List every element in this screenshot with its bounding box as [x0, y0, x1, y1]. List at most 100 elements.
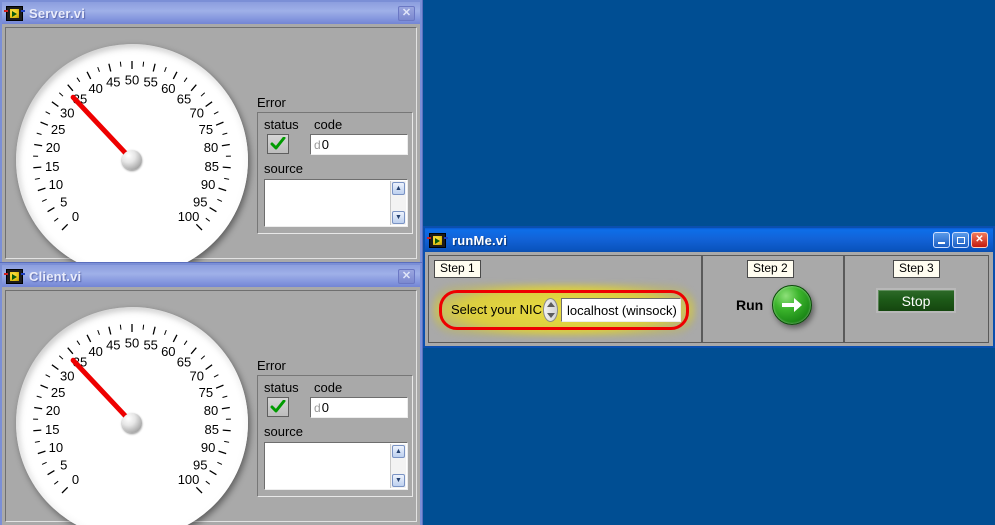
svg-text:5: 5 [60, 457, 67, 472]
step1-cell: Select your NIC localhost (winsock) Step… [428, 255, 702, 343]
source-field-server[interactable]: ▲ ▼ [264, 179, 408, 227]
scroll-down-glyph: ▼ [395, 214, 402, 221]
spinner-down-icon[interactable] [546, 313, 555, 318]
titlebar-client-vi[interactable]: Client.vi ✕ [2, 265, 420, 287]
spinner-up-icon[interactable] [546, 302, 555, 307]
nic-label: Select your NIC [451, 302, 543, 317]
svg-text:30: 30 [60, 105, 74, 120]
scroll-up-icon[interactable]: ▲ [392, 445, 405, 458]
minimize-icon[interactable] [933, 232, 950, 248]
arrow-right-icon [782, 298, 802, 312]
svg-text:25: 25 [51, 385, 65, 400]
scroll-down-icon[interactable]: ▼ [392, 474, 405, 487]
labview-vi-icon [427, 232, 448, 248]
code-value: 0 [321, 400, 329, 415]
step2-tag: Step 2 [747, 260, 794, 278]
svg-text:65: 65 [177, 92, 191, 107]
svg-text:80: 80 [204, 140, 218, 155]
titlebar-server-vi[interactable]: Server.vi ✕ [2, 2, 420, 24]
svg-text:50: 50 [125, 73, 139, 88]
code-radix-indicator: d [314, 400, 321, 415]
svg-text:95: 95 [193, 457, 207, 472]
svg-text:45: 45 [106, 338, 120, 353]
svg-text:40: 40 [88, 344, 102, 359]
maximize-icon[interactable] [952, 232, 969, 248]
status-led-server[interactable] [267, 134, 289, 154]
svg-text:15: 15 [45, 159, 59, 174]
gauge-server: 0 5 10 15 20 25 30 35 40 45 50 55 60 65 70 75 80 85 90 95 10… [16, 44, 248, 262]
window-title-server: Server.vi [29, 5, 86, 21]
code-label: code [314, 117, 343, 132]
svg-text:10: 10 [49, 440, 63, 455]
step3-cell: Step 3 Stop [844, 255, 989, 343]
svg-text:40: 40 [88, 81, 102, 96]
panel-server-vi: 0 5 10 15 20 25 30 35 40 45 50 55 60 65 70 75 80 85 90 95 10… [2, 24, 420, 262]
svg-text:90: 90 [201, 440, 215, 455]
svg-text:70: 70 [189, 368, 203, 383]
close-icon[interactable]: ✕ [398, 268, 415, 284]
step2-cell: Step 2 Run [702, 255, 844, 343]
gauge-needle-hub [122, 150, 142, 170]
source-scrollbar-server[interactable]: ▲ ▼ [390, 181, 406, 225]
labview-vi-icon [4, 5, 25, 21]
svg-text:55: 55 [143, 338, 157, 353]
code-value: 0 [321, 137, 329, 152]
svg-text:85: 85 [205, 159, 219, 174]
svg-text:70: 70 [189, 105, 203, 120]
code-field-server[interactable]: d 0 [310, 134, 408, 155]
error-cluster-box-client: status code d 0 source ▲ ▼ [257, 375, 413, 497]
svg-text:0: 0 [72, 472, 79, 487]
error-cluster-title-client: Error [257, 358, 286, 373]
scroll-down-icon[interactable]: ▼ [392, 211, 405, 224]
nic-highlight: Select your NIC localhost (winsock) [433, 284, 695, 336]
scroll-up-icon[interactable]: ▲ [392, 182, 405, 195]
step3-tag: Step 3 [893, 260, 940, 278]
svg-text:20: 20 [46, 140, 60, 155]
scroll-up-glyph: ▲ [395, 448, 402, 455]
nic-value-field[interactable]: localhost (winsock) [561, 298, 681, 322]
svg-text:25: 25 [51, 122, 65, 137]
svg-text:30: 30 [60, 368, 74, 383]
source-label: source [264, 424, 304, 439]
code-radix-indicator: d [314, 137, 321, 152]
svg-text:10: 10 [49, 177, 63, 192]
source-label: source [264, 161, 304, 176]
status-led-client[interactable] [267, 397, 289, 417]
panel-runme-vi: Select your NIC localhost (winsock) Step… [425, 252, 993, 346]
panel-client-vi: 0 5 10 15 20 25 30 35 40 45 50 55 60 65 70 75 80 85 90 95 10… [2, 287, 420, 525]
svg-text:55: 55 [143, 75, 157, 90]
source-scrollbar-client[interactable]: ▲ ▼ [390, 444, 406, 488]
svg-text:5: 5 [60, 194, 67, 209]
titlebar-runme-vi[interactable]: runMe.vi ✕ [425, 228, 993, 252]
svg-text:20: 20 [46, 403, 60, 418]
svg-text:45: 45 [106, 75, 120, 90]
code-field-client[interactable]: d 0 [310, 397, 408, 418]
run-button[interactable] [772, 285, 812, 325]
svg-text:90: 90 [201, 177, 215, 192]
status-label: status [264, 380, 299, 395]
error-cluster-box-server: status code d 0 source ▲ ▼ [257, 112, 413, 234]
code-label: code [314, 380, 343, 395]
run-label: Run [736, 297, 764, 313]
nic-spinner[interactable] [543, 298, 558, 322]
svg-text:95: 95 [193, 194, 207, 209]
window-server-vi[interactable]: Server.vi ✕ 0 5 10 15 20 25 30 35 40 45 50 55 60 65 70… [0, 0, 422, 262]
source-field-client[interactable]: ▲ ▼ [264, 442, 408, 490]
scroll-down-glyph: ▼ [395, 477, 402, 484]
window-client-vi[interactable]: Client.vi ✕ 0 5 10 15 20 25 30 35 40 45 50 55 60 65 70… [0, 263, 422, 525]
svg-text:60: 60 [161, 344, 175, 359]
gauge-client: 0 5 10 15 20 25 30 35 40 45 50 55 60 65 70 75 80 85 90 95 10… [16, 307, 248, 525]
svg-text:75: 75 [199, 122, 213, 137]
window-title-client: Client.vi [29, 268, 82, 284]
svg-text:100: 100 [178, 472, 200, 487]
svg-text:85: 85 [205, 422, 219, 437]
stop-button[interactable]: Stop [876, 288, 956, 313]
svg-text:100: 100 [178, 209, 200, 224]
gauge-needle-hub [122, 413, 142, 433]
close-icon[interactable]: ✕ [398, 5, 415, 21]
svg-text:75: 75 [199, 385, 213, 400]
svg-text:60: 60 [161, 81, 175, 96]
close-icon[interactable]: ✕ [971, 232, 988, 248]
scroll-up-glyph: ▲ [395, 185, 402, 192]
window-runme-vi[interactable]: runMe.vi ✕ Select your NIC localhost (wi… [423, 226, 995, 348]
